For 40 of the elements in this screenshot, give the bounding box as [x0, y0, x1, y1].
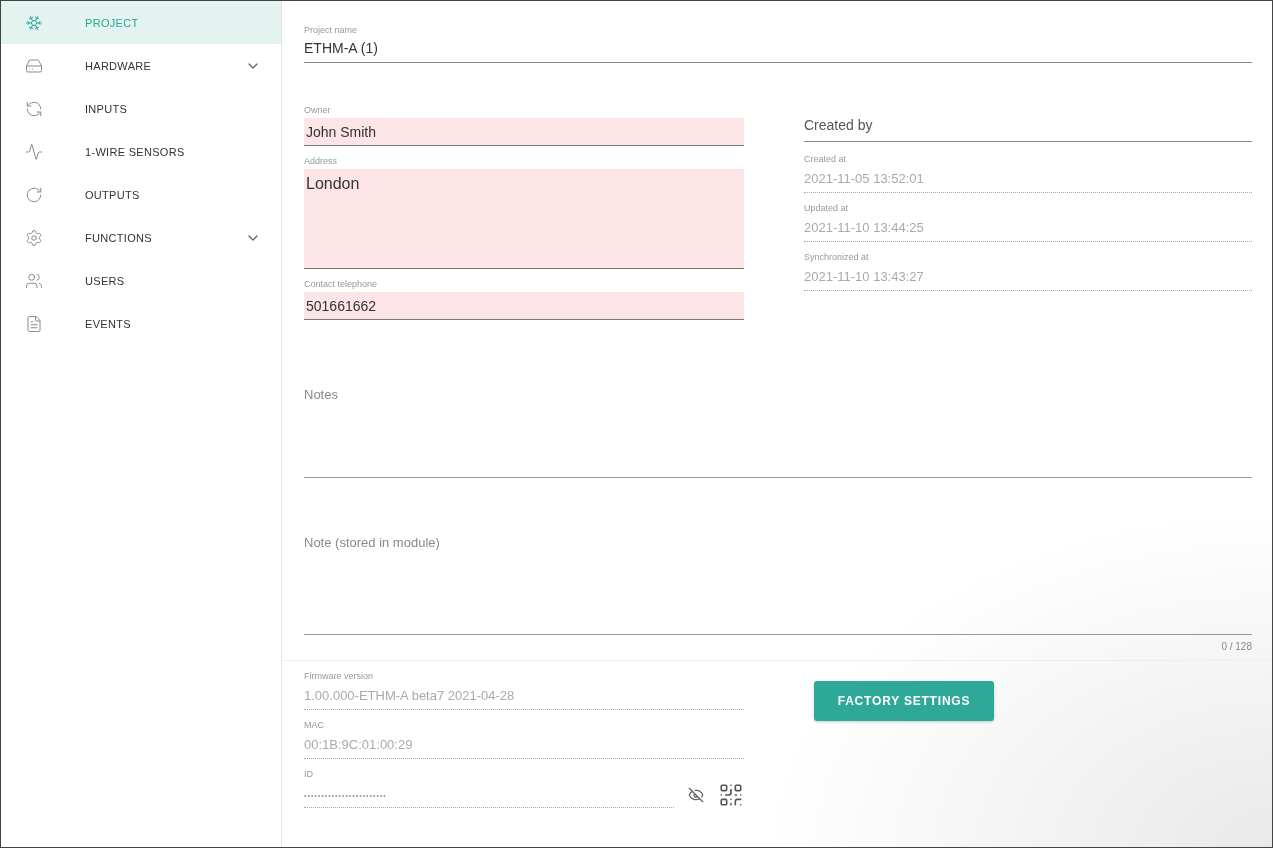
- input-field[interactable]: Created by: [804, 105, 1252, 142]
- text-area[interactable]: Note (stored in module): [304, 478, 1252, 635]
- drive-icon: [25, 56, 43, 75]
- sidebar-item[interactable]: USERS: [1, 259, 281, 302]
- field-label: Updated at: [804, 203, 850, 213]
- sidebar-item[interactable]: EVENTS: [1, 302, 281, 345]
- qr-code-icon[interactable]: [718, 782, 744, 808]
- field-label: Contact telephone: [304, 279, 379, 289]
- sidebar-item[interactable]: INPUTS: [1, 87, 281, 130]
- input-field[interactable]: John Smith: [304, 118, 744, 146]
- field-label: MAC: [304, 720, 325, 730]
- sidebar-item[interactable]: HARDWARE: [1, 44, 281, 87]
- readonly-field: 1.00.000-ETHM-A beta7 2021-04-28: [304, 684, 744, 710]
- readonly-field: 2021-11-05 13:52:01: [804, 167, 1252, 193]
- pulse-icon: [25, 142, 43, 161]
- field-label: Owner: [304, 105, 332, 115]
- field-label: Created at: [804, 154, 848, 164]
- users-icon: [25, 271, 43, 290]
- snowflake-icon: [25, 13, 43, 32]
- text-area[interactable]: Notes: [304, 330, 1252, 478]
- readonly-field: 2021-11-10 13:43:27: [804, 265, 1252, 291]
- gear-icon: [25, 228, 43, 247]
- refresh-icon: [25, 99, 43, 118]
- text-area[interactable]: London: [304, 169, 744, 269]
- input-field[interactable]: ETHM-A (1): [304, 38, 1252, 63]
- character-counter: 0 / 128: [1221, 641, 1252, 652]
- eye-off-icon[interactable]: [688, 787, 704, 803]
- rotate-icon: [25, 185, 43, 204]
- readonly-field: 00:1B:9C:01:00:29: [304, 733, 744, 759]
- field-label: Firmware version: [304, 671, 374, 681]
- field-label: ID: [304, 769, 314, 779]
- document-icon: [25, 314, 43, 333]
- input-field[interactable]: 501661662: [304, 292, 744, 320]
- field-label: Address: [304, 156, 339, 166]
- field-label: Project name: [304, 25, 359, 35]
- field-label: Synchronized at: [804, 252, 870, 262]
- sidebar-item[interactable]: FUNCTIONS: [1, 216, 281, 259]
- readonly-field: 2021-11-10 13:44:25: [804, 216, 1252, 242]
- sidebar-item[interactable]: 1-WIRE SENSORS: [1, 130, 281, 173]
- sidebar-item[interactable]: OUTPUTS: [1, 173, 281, 216]
